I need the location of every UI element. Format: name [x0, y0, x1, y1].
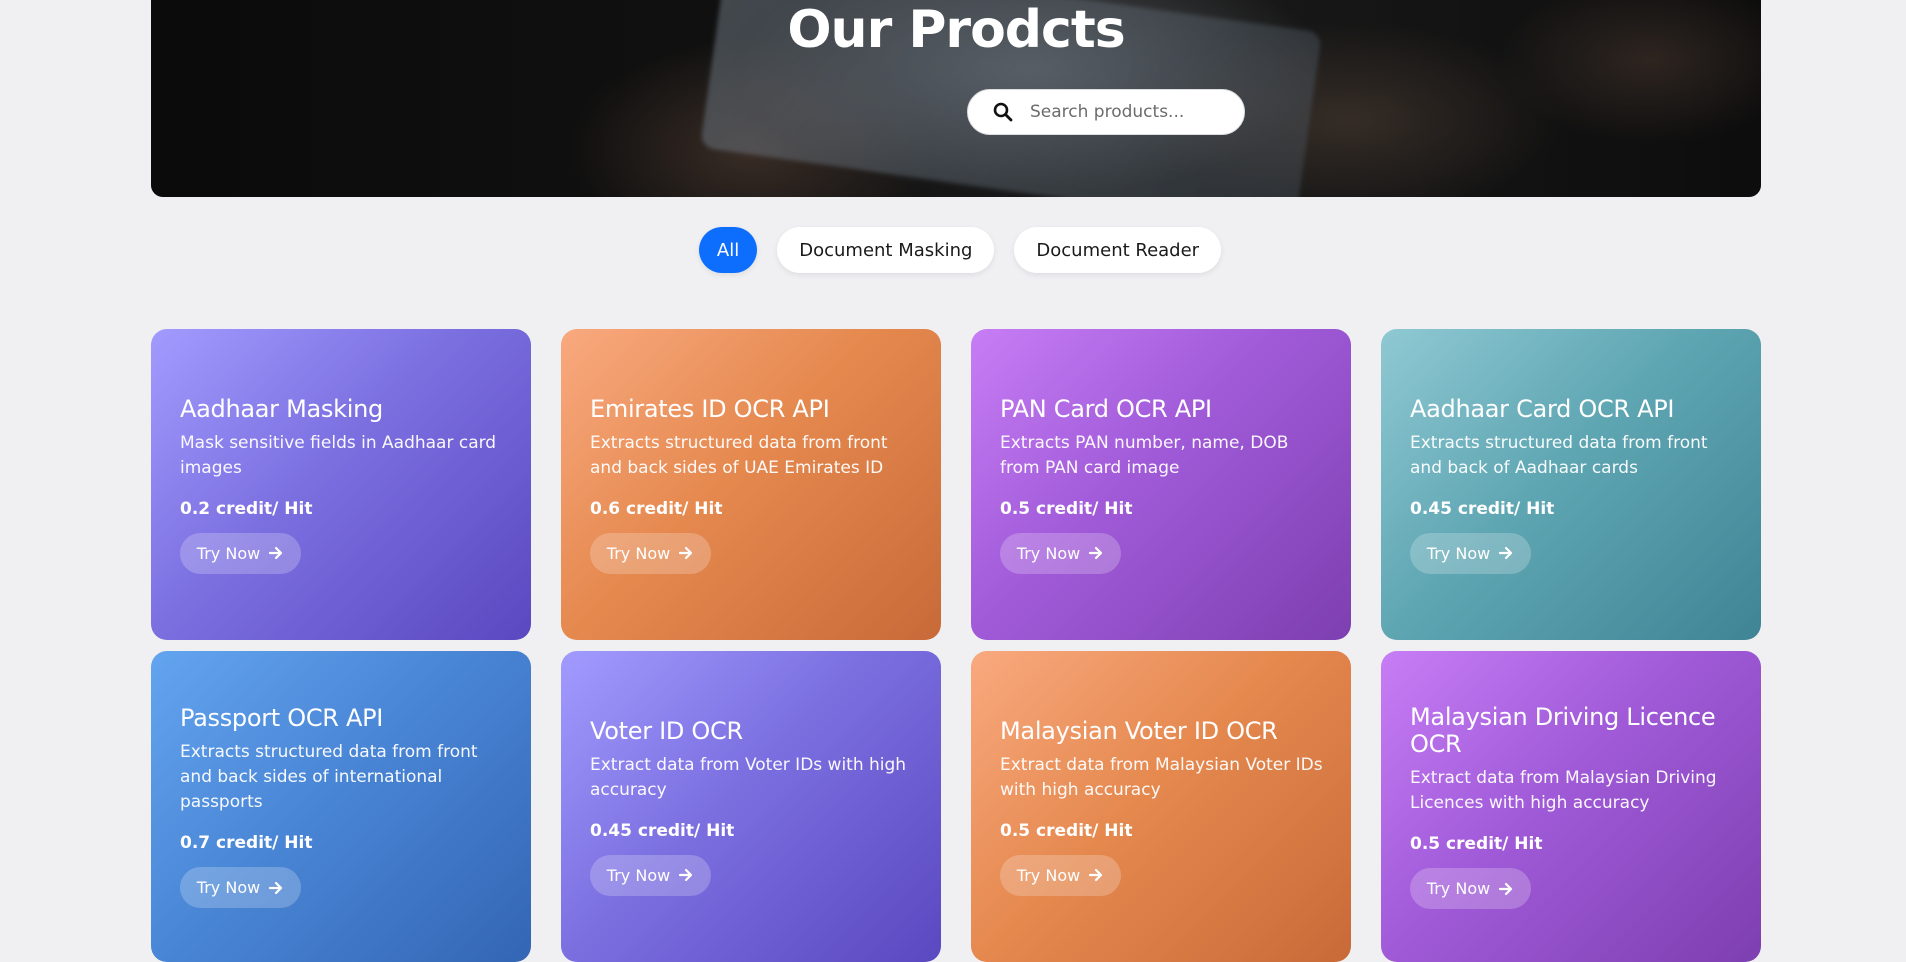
arrow-right-icon: [1499, 882, 1513, 895]
product-card: Emirates ID OCR API Extracts structured …: [561, 329, 941, 640]
try-now-button[interactable]: Try Now: [1410, 532, 1531, 574]
product-price: 0.45 credit/ Hit: [1410, 498, 1555, 519]
try-now-button[interactable]: Try Now: [590, 854, 711, 896]
try-now-button[interactable]: Try Now: [1000, 854, 1121, 896]
try-now-label: Try Now: [1016, 865, 1081, 885]
try-now-label: Try Now: [196, 543, 261, 563]
product-title: Passport OCR API: [180, 704, 384, 732]
product-description: Extract data from Malaysian Driving Lice…: [1410, 768, 1717, 813]
arrow-right-icon: [269, 881, 283, 894]
product-title: PAN Card OCR API: [1000, 394, 1212, 423]
product-title: Aadhaar Masking: [180, 394, 383, 423]
product-price: 0.5 credit/ Hit: [1000, 498, 1133, 519]
product-price: 0.7 credit/ Hit: [180, 833, 313, 853]
category-filters: All Document Masking Document Reader: [14, 227, 1906, 273]
arrow-right-icon: [269, 546, 283, 560]
product-price: 0.45 credit/ Hit: [590, 820, 735, 841]
product-card: Aadhaar Card OCR API Extracts structured…: [1381, 329, 1761, 640]
hero-banner: Our Prodcts: [151, 0, 1761, 197]
search-input[interactable]: [1028, 101, 1232, 123]
search-bar[interactable]: [967, 89, 1245, 135]
product-card: Passport OCR API Extracts structured dat…: [151, 651, 531, 962]
search-icon: [992, 101, 1014, 123]
product-title: Emirates ID OCR API: [590, 394, 830, 423]
try-now-label: Try Now: [606, 543, 671, 563]
product-card: Malaysian Voter ID OCR Extract data from…: [971, 651, 1351, 962]
arrow-right-icon: [679, 868, 693, 882]
product-title: Aadhaar Card OCR API: [1410, 394, 1675, 423]
page-title: Our Prodcts: [787, 0, 1125, 60]
arrow-right-icon: [1499, 546, 1513, 560]
filter-document-reader[interactable]: Document Reader: [1014, 227, 1222, 273]
try-now-button[interactable]: Try Now: [180, 532, 301, 574]
try-now-label: Try Now: [1016, 543, 1081, 563]
product-card: Malaysian Driving Licence OCR Extract da…: [1381, 651, 1761, 962]
product-description: Extract data from Malaysian Voter IDs wi…: [1000, 754, 1323, 800]
product-price: 0.2 credit/ Hit: [180, 498, 313, 519]
filter-document-masking[interactable]: Document Masking: [777, 227, 995, 273]
try-now-label: Try Now: [606, 865, 671, 885]
product-price: 0.5 credit/ Hit: [1410, 834, 1543, 854]
product-title: Malaysian Voter ID OCR: [1000, 716, 1278, 745]
try-now-label: Try Now: [1426, 879, 1491, 898]
filter-all[interactable]: All: [698, 227, 758, 273]
product-price: 0.5 credit/ Hit: [1000, 820, 1133, 841]
try-now-label: Try Now: [196, 878, 261, 897]
arrow-right-icon: [1089, 546, 1103, 560]
product-card: PAN Card OCR API Extracts PAN number, na…: [971, 329, 1351, 640]
product-title: Malaysian Driving Licence OCR: [1410, 703, 1716, 758]
product-card: Voter ID OCR Extract data from Voter IDs…: [561, 651, 941, 962]
product-price: 0.6 credit/ Hit: [590, 498, 723, 519]
product-card: Aadhaar Masking Mask sensitive fields in…: [151, 329, 531, 640]
product-description: Extract data from Voter IDs with high ac…: [590, 754, 907, 800]
product-description: Mask sensitive fields in Aadhaar card im…: [180, 432, 497, 478]
try-now-button[interactable]: Try Now: [1000, 532, 1121, 574]
product-title: Voter ID OCR: [590, 716, 743, 745]
product-description: Extracts PAN number, name, DOB from PAN …: [1000, 432, 1289, 478]
try-now-button[interactable]: Try Now: [180, 867, 301, 908]
try-now-button[interactable]: Try Now: [590, 532, 711, 574]
product-description: Extracts structured data from front and …: [590, 432, 888, 478]
arrow-right-icon: [1089, 868, 1103, 882]
product-description: Extracts structured data from front and …: [1410, 432, 1708, 478]
try-now-label: Try Now: [1426, 543, 1491, 563]
try-now-button[interactable]: Try Now: [1410, 868, 1531, 909]
product-description: Extracts structured data from front and …: [180, 742, 478, 812]
arrow-right-icon: [679, 546, 693, 560]
